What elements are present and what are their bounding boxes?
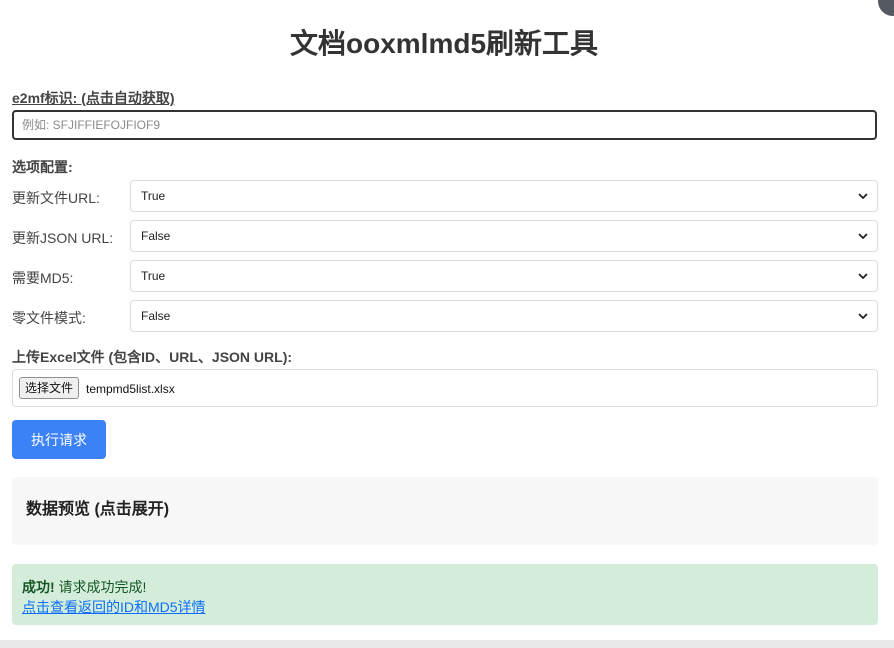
update-json-url-select[interactable]: False xyxy=(130,220,878,252)
bottom-strip xyxy=(0,640,894,648)
file-upload-field[interactable]: 选择文件 tempmd5list.xlsx xyxy=(12,369,878,407)
success-text: 请求成功完成! xyxy=(54,579,147,595)
option-label: 更新JSON URL: xyxy=(12,230,114,246)
select-value: True xyxy=(141,189,166,203)
select-value: False xyxy=(141,229,171,243)
selected-file-name: tempmd5list.xlsx xyxy=(86,382,175,396)
update-file-url-select[interactable]: True xyxy=(130,180,878,212)
select-value: True xyxy=(141,269,166,283)
zero-file-mode-select[interactable]: False xyxy=(130,300,878,332)
option-label: 零文件模式: xyxy=(12,310,86,326)
select-value: False xyxy=(141,309,171,323)
chevron-down-icon xyxy=(858,273,868,280)
chevron-down-icon xyxy=(858,193,868,200)
data-preview-panel: 数据预览 (点击展开) xyxy=(12,477,878,545)
option-row-zero-file-mode: 零文件模式: False xyxy=(12,300,878,332)
option-row-need-md5: 需要MD5: True xyxy=(12,260,878,292)
page-title: 文档ooxmlmd5刷新工具 xyxy=(289,28,599,59)
options-heading: 选项配置: xyxy=(12,159,73,175)
chevron-down-icon xyxy=(858,233,868,240)
choose-file-button[interactable]: 选择文件 xyxy=(19,377,80,399)
option-row-update-file-url: 更新文件URL: True xyxy=(12,180,878,212)
view-details-link[interactable]: 点击查看返回的ID和MD5详情 xyxy=(22,597,206,617)
option-label: 更新文件URL: xyxy=(12,190,100,206)
success-strong: 成功! xyxy=(22,579,55,595)
e2mf-label-link[interactable]: e2mf标识: (点击自动获取) xyxy=(12,88,175,108)
execute-request-button[interactable]: 执行请求 xyxy=(12,420,106,459)
chevron-down-icon xyxy=(858,313,868,320)
option-row-update-json-url: 更新JSON URL: False xyxy=(12,220,878,252)
upload-heading: 上传Excel文件 (包含ID、URL、JSON URL): xyxy=(12,349,293,365)
data-preview-toggle[interactable]: 数据预览 (点击展开) xyxy=(26,495,169,519)
corner-bubble xyxy=(878,0,894,16)
need-md5-select[interactable]: True xyxy=(130,260,878,292)
option-label: 需要MD5: xyxy=(12,270,74,286)
success-alert: 成功! 请求成功完成! 点击查看返回的ID和MD5详情 xyxy=(12,564,878,625)
success-message: 成功! 请求成功完成! xyxy=(22,577,146,597)
e2mf-input[interactable] xyxy=(12,110,877,140)
page: 文档ooxmlmd5刷新工具 e2mf标识: (点击自动获取) 选项配置: 更新… xyxy=(0,0,894,648)
